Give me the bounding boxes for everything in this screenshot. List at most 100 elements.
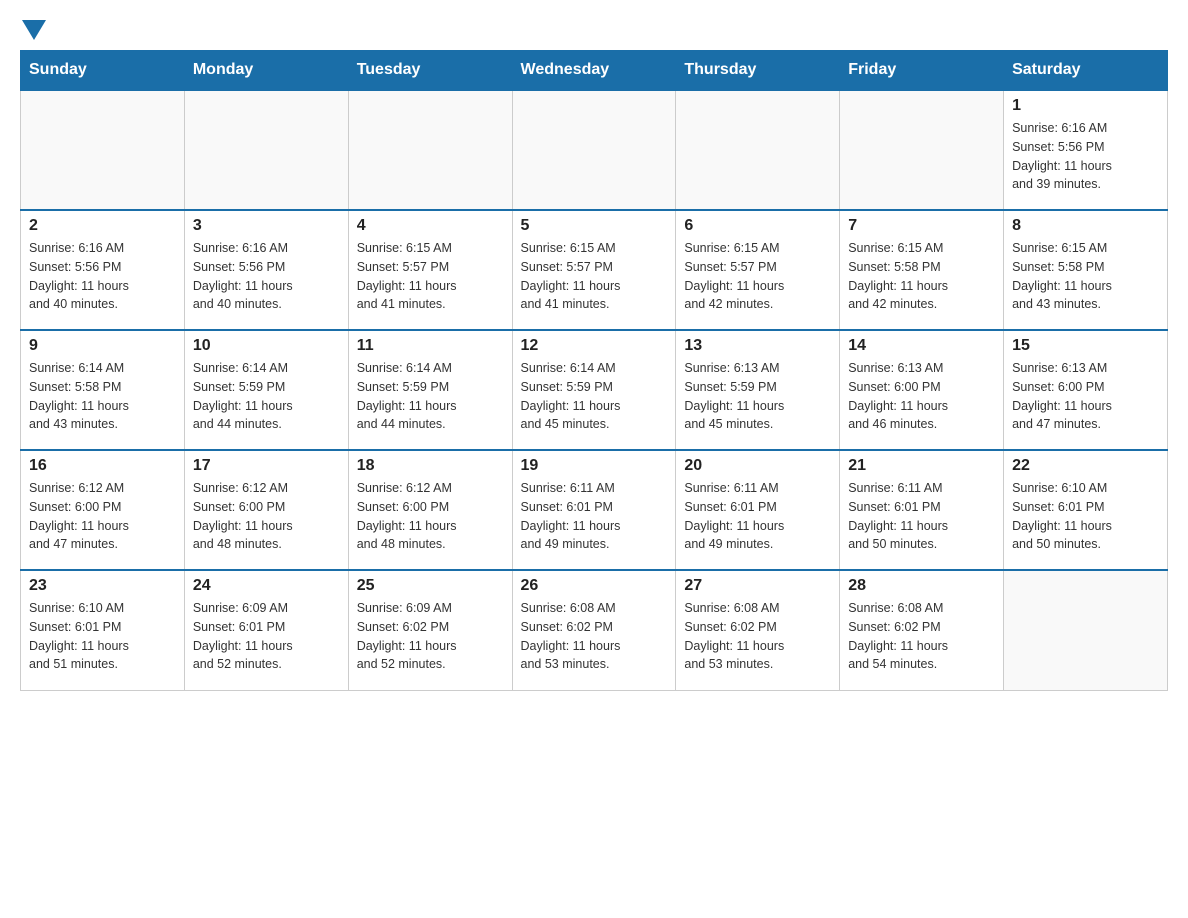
day-info: Sunrise: 6:09 AMSunset: 6:01 PMDaylight:… (193, 599, 340, 674)
day-number: 4 (357, 217, 504, 235)
day-header-tuesday: Tuesday (348, 51, 512, 91)
day-info: Sunrise: 6:14 AMSunset: 5:59 PMDaylight:… (357, 359, 504, 434)
day-info: Sunrise: 6:15 AMSunset: 5:57 PMDaylight:… (521, 239, 668, 314)
calendar-cell: 6Sunrise: 6:15 AMSunset: 5:57 PMDaylight… (676, 210, 840, 330)
day-info: Sunrise: 6:12 AMSunset: 6:00 PMDaylight:… (193, 479, 340, 554)
day-info: Sunrise: 6:13 AMSunset: 6:00 PMDaylight:… (1012, 359, 1159, 434)
day-info: Sunrise: 6:11 AMSunset: 6:01 PMDaylight:… (521, 479, 668, 554)
day-info: Sunrise: 6:14 AMSunset: 5:59 PMDaylight:… (193, 359, 340, 434)
day-header-wednesday: Wednesday (512, 51, 676, 91)
day-number: 3 (193, 217, 340, 235)
day-info: Sunrise: 6:13 AMSunset: 5:59 PMDaylight:… (684, 359, 831, 434)
day-header-sunday: Sunday (21, 51, 185, 91)
calendar-cell: 9 Sunrise: 6:14 AMSunset: 5:58 PMDaylight… (21, 330, 185, 450)
calendar-cell: 22 Sunrise: 6:10 AMSunset: 6:01 PMDayligh… (1004, 450, 1168, 570)
day-info: Sunrise: 6:15 AMSunset: 5:57 PMDaylight:… (684, 239, 831, 314)
day-info: Sunrise: 6:12 AMSunset: 6:00 PMDaylight:… (357, 479, 504, 554)
week-row-5: 23 Sunrise: 6:10 AMSunset: 6:01 PMDayligh… (21, 570, 1168, 690)
calendar-cell: 1 Sunrise: 6:16 AMSunset: 5:56 PMDaylight… (1004, 90, 1168, 210)
calendar-cell (1004, 570, 1168, 690)
day-info: Sunrise: 6:11 AMSunset: 6:01 PMDaylight:… (684, 479, 831, 554)
calendar-cell (348, 90, 512, 210)
day-number: 2 (29, 217, 176, 235)
week-row-4: 16 Sunrise: 6:12 AMSunset: 6:00 PMDayligh… (21, 450, 1168, 570)
calendar-cell: 10 Sunrise: 6:14 AMSunset: 5:59 PMDayligh… (184, 330, 348, 450)
calendar-cell: 16 Sunrise: 6:12 AMSunset: 6:00 PMDayligh… (21, 450, 185, 570)
day-number: 22 (1012, 457, 1159, 475)
day-header-monday: Monday (184, 51, 348, 91)
calendar-header: SundayMondayTuesdayWednesdayThursdayFrid… (21, 51, 1168, 91)
day-number: 15 (1012, 337, 1159, 355)
day-number: 9 (29, 337, 176, 355)
day-number: 24 (193, 577, 340, 595)
day-number: 7 (848, 217, 995, 235)
day-info: Sunrise: 6:08 AMSunset: 6:02 PMDaylight:… (521, 599, 668, 674)
page-header (20, 20, 1168, 40)
day-number: 11 (357, 337, 504, 355)
week-row-2: 2 Sunrise: 6:16 AMSunset: 5:56 PMDaylight… (21, 210, 1168, 330)
day-number: 20 (684, 457, 831, 475)
calendar-cell: 27Sunrise: 6:08 AMSunset: 6:02 PMDayligh… (676, 570, 840, 690)
day-info: Sunrise: 6:13 AMSunset: 6:00 PMDaylight:… (848, 359, 995, 434)
calendar-cell: 14 Sunrise: 6:13 AMSunset: 6:00 PMDayligh… (840, 330, 1004, 450)
calendar-cell (21, 90, 185, 210)
day-info: Sunrise: 6:08 AMSunset: 6:02 PMDaylight:… (684, 599, 831, 674)
day-number: 12 (521, 337, 668, 355)
calendar-cell: 4Sunrise: 6:15 AMSunset: 5:57 PMDaylight… (348, 210, 512, 330)
day-info: Sunrise: 6:16 AMSunset: 5:56 PMDaylight:… (1012, 119, 1159, 194)
day-info: Sunrise: 6:15 AMSunset: 5:58 PMDaylight:… (1012, 239, 1159, 314)
day-number: 26 (521, 577, 668, 595)
day-header-thursday: Thursday (676, 51, 840, 91)
days-of-week-row: SundayMondayTuesdayWednesdayThursdayFrid… (21, 51, 1168, 91)
calendar-cell: 8 Sunrise: 6:15 AMSunset: 5:58 PMDaylight… (1004, 210, 1168, 330)
week-row-3: 9 Sunrise: 6:14 AMSunset: 5:58 PMDaylight… (21, 330, 1168, 450)
day-info: Sunrise: 6:16 AMSunset: 5:56 PMDaylight:… (193, 239, 340, 314)
calendar-cell: 5 Sunrise: 6:15 AMSunset: 5:57 PMDaylight… (512, 210, 676, 330)
calendar-cell (676, 90, 840, 210)
calendar-cell: 11 Sunrise: 6:14 AMSunset: 5:59 PMDayligh… (348, 330, 512, 450)
day-info: Sunrise: 6:10 AMSunset: 6:01 PMDaylight:… (29, 599, 176, 674)
day-number: 18 (357, 457, 504, 475)
calendar-cell (840, 90, 1004, 210)
day-number: 14 (848, 337, 995, 355)
day-info: Sunrise: 6:08 AMSunset: 6:02 PMDaylight:… (848, 599, 995, 674)
calendar-cell: 7 Sunrise: 6:15 AMSunset: 5:58 PMDaylight… (840, 210, 1004, 330)
calendar-cell: 28 Sunrise: 6:08 AMSunset: 6:02 PMDayligh… (840, 570, 1004, 690)
day-number: 21 (848, 457, 995, 475)
day-info: Sunrise: 6:12 AMSunset: 6:00 PMDaylight:… (29, 479, 176, 554)
day-number: 19 (521, 457, 668, 475)
day-number: 5 (521, 217, 668, 235)
calendar-cell: 2 Sunrise: 6:16 AMSunset: 5:56 PMDaylight… (21, 210, 185, 330)
calendar-cell: 3 Sunrise: 6:16 AMSunset: 5:56 PMDaylight… (184, 210, 348, 330)
calendar-cell (512, 90, 676, 210)
day-info: Sunrise: 6:10 AMSunset: 6:01 PMDaylight:… (1012, 479, 1159, 554)
day-header-friday: Friday (840, 51, 1004, 91)
day-info: Sunrise: 6:14 AMSunset: 5:59 PMDaylight:… (521, 359, 668, 434)
day-number: 8 (1012, 217, 1159, 235)
day-number: 17 (193, 457, 340, 475)
day-number: 23 (29, 577, 176, 595)
calendar-cell: 17 Sunrise: 6:12 AMSunset: 6:00 PMDayligh… (184, 450, 348, 570)
calendar-cell: 12 Sunrise: 6:14 AMSunset: 5:59 PMDayligh… (512, 330, 676, 450)
day-info: Sunrise: 6:15 AMSunset: 5:58 PMDaylight:… (848, 239, 995, 314)
day-number: 28 (848, 577, 995, 595)
day-number: 1 (1012, 97, 1159, 115)
calendar-body: 1 Sunrise: 6:16 AMSunset: 5:56 PMDaylight… (21, 90, 1168, 690)
calendar-cell: 18 Sunrise: 6:12 AMSunset: 6:00 PMDayligh… (348, 450, 512, 570)
logo (20, 20, 48, 40)
day-header-saturday: Saturday (1004, 51, 1168, 91)
week-row-1: 1 Sunrise: 6:16 AMSunset: 5:56 PMDaylight… (21, 90, 1168, 210)
calendar-cell: 24 Sunrise: 6:09 AMSunset: 6:01 PMDayligh… (184, 570, 348, 690)
day-number: 10 (193, 337, 340, 355)
calendar-cell: 23 Sunrise: 6:10 AMSunset: 6:01 PMDayligh… (21, 570, 185, 690)
day-number: 16 (29, 457, 176, 475)
day-info: Sunrise: 6:16 AMSunset: 5:56 PMDaylight:… (29, 239, 176, 314)
calendar-cell: 25Sunrise: 6:09 AMSunset: 6:02 PMDayligh… (348, 570, 512, 690)
logo-triangle-icon (22, 20, 46, 40)
day-number: 13 (684, 337, 831, 355)
day-info: Sunrise: 6:14 AMSunset: 5:58 PMDaylight:… (29, 359, 176, 434)
calendar-cell: 13 Sunrise: 6:13 AMSunset: 5:59 PMDayligh… (676, 330, 840, 450)
calendar-cell (184, 90, 348, 210)
calendar-cell: 26 Sunrise: 6:08 AMSunset: 6:02 PMDayligh… (512, 570, 676, 690)
day-info: Sunrise: 6:09 AMSunset: 6:02 PMDaylight:… (357, 599, 504, 674)
